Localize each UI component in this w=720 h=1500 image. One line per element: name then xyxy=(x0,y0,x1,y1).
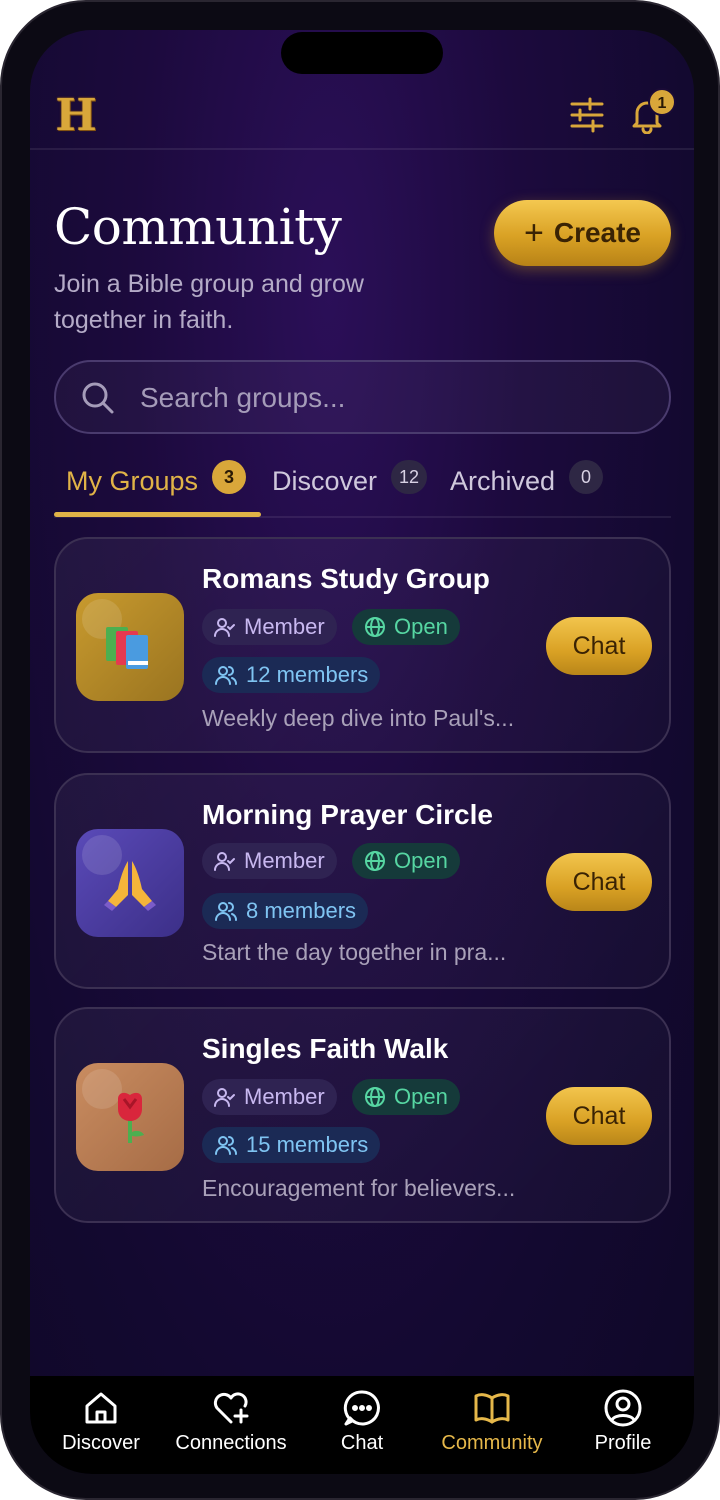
tab-count-badge: 12 xyxy=(391,460,428,494)
search-input[interactable] xyxy=(140,378,640,418)
users-icon xyxy=(215,902,237,921)
nav-label: Chat xyxy=(340,1432,384,1454)
users-icon xyxy=(215,666,237,685)
globe-icon xyxy=(365,617,385,637)
member-count-badge: 8 members xyxy=(202,893,369,929)
nav-community[interactable]: Community xyxy=(427,1388,557,1468)
privacy-badge: Open xyxy=(352,843,460,879)
nav-discover[interactable]: Discover xyxy=(36,1388,166,1468)
page-title: Community xyxy=(54,198,342,256)
book-icon xyxy=(474,1393,510,1424)
search-icon xyxy=(82,382,114,414)
role-label: Member xyxy=(244,848,325,873)
user-circle-icon xyxy=(604,1389,642,1427)
tab-label: Archived xyxy=(450,466,556,496)
group-card[interactable]: Morning Prayer Circle Member Open 8 memb… xyxy=(54,773,671,989)
group-description: Start the day together in pra... xyxy=(202,939,507,965)
member-count: 12 members xyxy=(246,662,369,687)
notification-count-badge: 1 xyxy=(648,88,676,116)
role-label: Member xyxy=(244,614,325,639)
nav-profile[interactable]: Profile xyxy=(558,1388,688,1468)
active-tab-indicator xyxy=(54,512,261,517)
app-screen: H 1 Community Join a Bible group and gro… xyxy=(30,30,694,1474)
group-name: Morning Prayer Circle xyxy=(202,799,493,830)
nav-label: Discover xyxy=(62,1432,140,1454)
member-count-badge: 15 members xyxy=(202,1127,381,1163)
user-check-icon xyxy=(214,852,235,871)
chat-button[interactable]: Chat xyxy=(546,853,652,911)
group-name: Singles Faith Walk xyxy=(202,1033,449,1064)
tab-count-badge: 3 xyxy=(212,460,247,494)
tab-my-groups[interactable]: My Groups 3 xyxy=(66,460,247,518)
rose-icon xyxy=(118,1092,144,1143)
member-role-badge: Member xyxy=(202,609,337,645)
page-subtitle: Join a Bible group and grow together in … xyxy=(54,270,364,334)
group-description: Weekly deep dive into Paul's... xyxy=(202,705,515,731)
privacy-label: Open xyxy=(394,848,448,873)
globe-icon xyxy=(365,851,385,871)
top-bar: H 1 xyxy=(30,80,694,150)
create-group-button[interactable]: + Create xyxy=(494,200,671,266)
phone-frame: H 1 Community Join a Bible group and gro… xyxy=(0,0,720,1500)
group-avatar xyxy=(76,593,184,701)
users-icon xyxy=(215,1136,237,1155)
privacy-label: Open xyxy=(394,614,448,639)
search-bar xyxy=(54,360,671,434)
plus-icon: + xyxy=(523,214,544,252)
dynamic-island xyxy=(281,32,443,74)
app-logo[interactable]: H xyxy=(52,92,100,140)
group-card[interactable]: Romans Study Group Member Open 12 member… xyxy=(54,537,671,753)
home-icon xyxy=(85,1392,117,1424)
group-card[interactable]: Singles Faith Walk Member Open 15 member… xyxy=(54,1007,671,1223)
group-tabs: My Groups 3 Discover 12 Archived 0 xyxy=(54,460,671,518)
privacy-badge: Open xyxy=(352,1079,460,1115)
role-label: Member xyxy=(244,1084,325,1109)
group-avatar xyxy=(76,1063,184,1171)
member-count-badge: 12 members xyxy=(202,657,381,693)
chat-button[interactable]: Chat xyxy=(546,617,652,675)
bottom-nav: Discover Connections Chat Community Prof… xyxy=(30,1376,694,1474)
privacy-badge: Open xyxy=(352,609,460,645)
user-check-icon xyxy=(214,618,235,637)
user-check-icon xyxy=(214,1088,235,1107)
nav-label: Connections xyxy=(175,1432,287,1454)
group-description: Encouragement for believers... xyxy=(202,1175,516,1201)
privacy-label: Open xyxy=(394,1084,448,1109)
tab-count-badge: 0 xyxy=(569,460,604,494)
tab-label: My Groups xyxy=(66,466,199,496)
nav-label: Community xyxy=(441,1432,543,1454)
filter-sliders-icon[interactable] xyxy=(568,96,606,134)
nav-label: Profile xyxy=(594,1432,652,1454)
member-role-badge: Member xyxy=(202,843,337,879)
tab-discover[interactable]: Discover 12 xyxy=(272,460,428,518)
globe-icon xyxy=(365,1087,385,1107)
tab-archived[interactable]: Archived 0 xyxy=(450,460,604,518)
books-icon xyxy=(106,627,148,669)
group-name: Romans Study Group xyxy=(202,563,490,594)
nav-connections[interactable]: Connections xyxy=(166,1388,296,1468)
group-avatar xyxy=(76,829,184,937)
member-count: 15 members xyxy=(246,1132,369,1157)
nav-chat[interactable]: Chat xyxy=(297,1388,427,1468)
chat-bubble-icon xyxy=(343,1390,380,1426)
member-count: 8 members xyxy=(246,898,357,923)
heart-plus-icon xyxy=(213,1392,249,1424)
tab-label: Discover xyxy=(272,466,378,496)
member-role-badge: Member xyxy=(202,1079,337,1115)
chat-button[interactable]: Chat xyxy=(546,1087,652,1145)
praying-hands-icon xyxy=(104,861,156,911)
create-button-label: Create xyxy=(553,217,642,248)
